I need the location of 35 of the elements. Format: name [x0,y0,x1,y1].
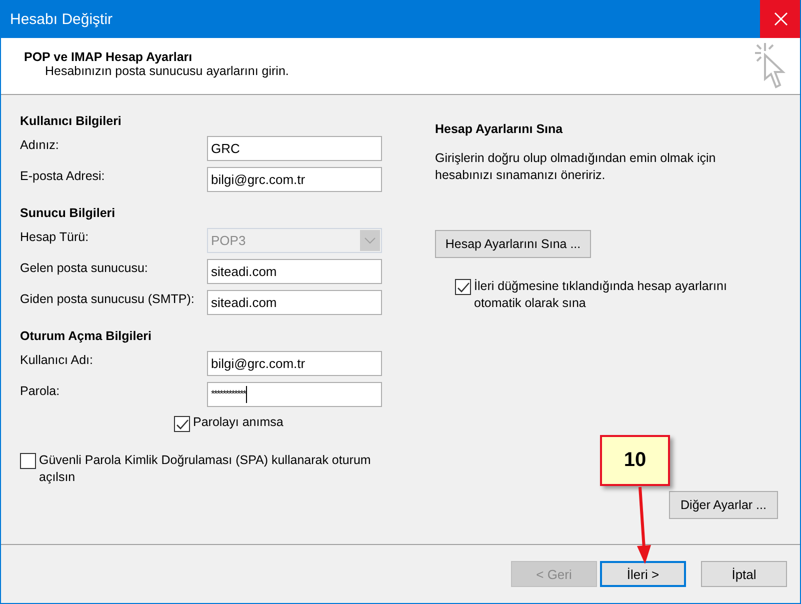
dialog-button[interactable]: İptal [701,561,787,587]
checkbox[interactable] [455,279,471,295]
checkbox[interactable] [174,416,190,432]
callout-label: 10 [600,435,670,486]
field-label: Parola: [20,383,61,398]
input-field[interactable]: bilgi@grc.com.tr [207,167,382,192]
field-label: Giden posta sunucusu (SMTP): [20,291,196,306]
section-heading: Hesap Ayarlarını Sına [435,122,563,136]
input-field[interactable]: siteadi.com [207,290,382,315]
field-label: Kullanıcı Adı: [20,352,94,367]
checkbox-label: Güvenli Parola Kimlik Doğrulaması (SPA) kullanarak oturum açılsın [39,452,372,486]
section-heading: Kullanıcı Bilgileri [20,114,122,128]
password-field[interactable]: ************ [207,382,382,407]
field-label: Gelen posta sunucusu: [20,260,149,275]
test-settings-button[interactable]: Hesap Ayarlarını Sına ... [435,230,591,258]
field-label: E-posta Adresi: [20,168,106,183]
section-heading: Sunucu Bilgileri [20,206,116,220]
checkbox[interactable] [20,453,36,469]
chevron-down-icon [364,236,376,244]
more-settings-button[interactable]: Diğer Ayarlar ... [669,491,778,519]
window-title: Hesabı Değiştir [9,10,113,28]
close-icon [774,12,788,26]
field-label: Adınız: [20,137,60,152]
input-field[interactable]: bilgi@grc.com.tr [207,351,382,376]
field-label: Hesap Türü: [20,229,90,244]
dialog-button[interactable]: İleri > [600,561,686,587]
close-button[interactable] [760,0,800,38]
header-title: POP ve IMAP Hesap Ayarları [24,50,194,64]
checkbox-label: İleri düğmesine tıklandığında hesap ayarlarını otomatik olarak sına [474,278,728,312]
input-field[interactable]: siteadi.com [207,259,382,284]
input-field[interactable]: GRC [207,136,382,161]
section-heading: Oturum Açma Bilgileri [20,329,152,343]
checkbox-label: Parolayı anımsa [193,415,284,429]
description-text: Girişlerin doğru olup olmadığından emin olmak için hesabınızı sınamanızı öneririz. [435,150,717,184]
header-subtitle: Hesabınızın posta sunucusu ayarlarını girin. [44,64,289,78]
